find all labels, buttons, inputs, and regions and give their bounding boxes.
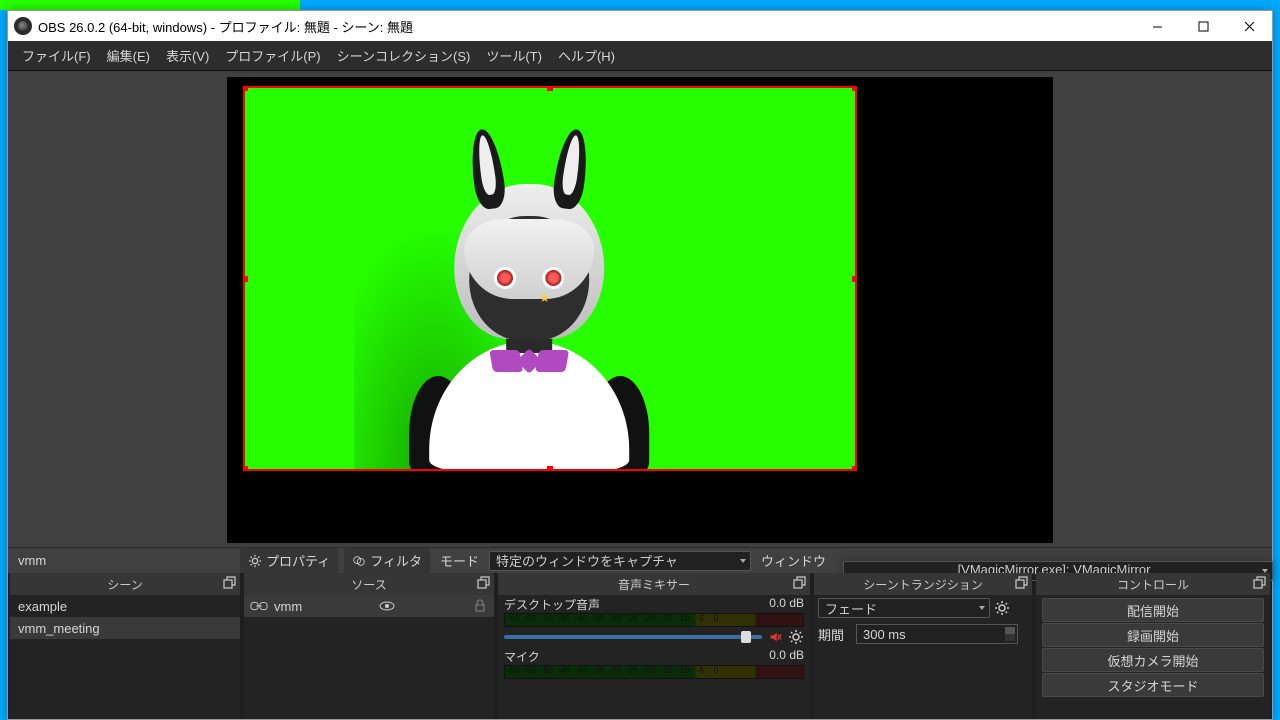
mixer-title: 音声ミキサー bbox=[618, 576, 690, 593]
audio-meter bbox=[504, 613, 804, 627]
undock-icon[interactable] bbox=[476, 576, 490, 590]
sources-title: ソース bbox=[351, 576, 386, 593]
transitions-title: シーントランジション bbox=[863, 576, 982, 593]
menu-tools[interactable]: ツール(T) bbox=[480, 42, 548, 69]
obs-logo-icon bbox=[14, 17, 32, 35]
close-button[interactable] bbox=[1226, 11, 1272, 41]
properties-button[interactable]: プロパティ bbox=[240, 548, 338, 573]
transition-value: フェード bbox=[825, 599, 877, 618]
duration-value: 300 ms bbox=[863, 627, 906, 642]
volume-slider[interactable] bbox=[504, 635, 762, 639]
undock-icon[interactable] bbox=[1252, 576, 1266, 590]
window-title: OBS 26.0.2 (64-bit, windows) - プロファイル: 無… bbox=[38, 17, 413, 36]
capture-mode-value: 特定のウィンドウをキャプチャ bbox=[496, 551, 678, 570]
menu-edit[interactable]: 編集(E) bbox=[101, 42, 156, 69]
minimize-button[interactable] bbox=[1134, 11, 1180, 41]
undock-icon[interactable] bbox=[792, 576, 806, 590]
audio-mixer-dock: 音声ミキサー デスクトップ音声 0.0 dB bbox=[498, 573, 810, 719]
gear-icon bbox=[248, 554, 262, 568]
duration-spin[interactable]: 300 ms bbox=[856, 624, 1018, 644]
selected-source-name: vmm bbox=[14, 553, 234, 568]
studio-mode-button[interactable]: スタジオモード bbox=[1042, 673, 1264, 697]
transition-combo[interactable]: フェード bbox=[818, 598, 990, 618]
mixer-channel-name: マイク bbox=[504, 648, 540, 665]
filters-label: フィルタ bbox=[370, 551, 422, 570]
source-item[interactable]: vmm bbox=[244, 595, 494, 617]
preview-canvas[interactable]: ★ bbox=[227, 77, 1053, 543]
transitions-dock: シーントランジション フェード 期間 300 ms bbox=[814, 573, 1032, 719]
filter-icon bbox=[352, 554, 366, 568]
mixer-channel-mic: マイク 0.0 dB bbox=[498, 647, 810, 681]
start-record-button[interactable]: 録画開始 bbox=[1042, 623, 1264, 647]
undock-icon[interactable] bbox=[1014, 576, 1028, 590]
controls-title: コントロール bbox=[1117, 576, 1189, 593]
avatar-graphic: ★ bbox=[399, 131, 659, 471]
start-virtualcam-button[interactable]: 仮想カメラ開始 bbox=[1042, 648, 1264, 672]
duration-label: 期間 bbox=[818, 625, 852, 644]
gear-icon[interactable] bbox=[994, 600, 1010, 616]
scenes-dock: シーン example vmm_meeting bbox=[10, 573, 240, 719]
scenes-list[interactable]: example vmm_meeting bbox=[10, 595, 240, 719]
start-stream-button[interactable]: 配信開始 bbox=[1042, 598, 1264, 622]
menubar: ファイル(F) 編集(E) 表示(V) プロファイル(P) シーンコレクション(… bbox=[8, 41, 1272, 71]
preview-area[interactable]: ★ bbox=[8, 71, 1272, 547]
gear-icon[interactable] bbox=[788, 629, 804, 645]
maximize-button[interactable] bbox=[1180, 11, 1226, 41]
menu-file[interactable]: ファイル(F) bbox=[16, 42, 97, 69]
menu-profile[interactable]: プロファイル(P) bbox=[219, 42, 326, 69]
scene-item[interactable]: vmm_meeting bbox=[10, 617, 240, 639]
source-properties-bar: vmm プロパティ フィルタ モード 特定のウィンドウをキャプチャ ウィンドウ … bbox=[8, 547, 1272, 573]
visibility-icon[interactable] bbox=[379, 598, 395, 614]
scenes-title: シーン bbox=[107, 576, 142, 593]
start-stream-label: 配信開始 bbox=[1127, 601, 1179, 620]
start-virtualcam-label: 仮想カメラ開始 bbox=[1107, 651, 1198, 670]
studio-mode-label: スタジオモード bbox=[1107, 676, 1198, 695]
titlebar: OBS 26.0.2 (64-bit, windows) - プロファイル: 無… bbox=[8, 11, 1272, 41]
mode-label: モード bbox=[436, 551, 483, 570]
scene-item-label: vmm_meeting bbox=[18, 621, 100, 636]
scene-item-label: example bbox=[18, 599, 67, 614]
mixer-channel-desktop: デスクトップ音声 0.0 dB bbox=[498, 595, 810, 647]
sources-dock: ソース vmm bbox=[244, 573, 494, 719]
mixer-channel-name: デスクトップ音声 bbox=[504, 596, 600, 613]
menu-view[interactable]: 表示(V) bbox=[160, 42, 215, 69]
filters-button[interactable]: フィルタ bbox=[344, 548, 430, 573]
obs-window: OBS 26.0.2 (64-bit, windows) - プロファイル: 無… bbox=[7, 10, 1273, 720]
lock-icon[interactable] bbox=[472, 598, 488, 614]
undock-icon[interactable] bbox=[222, 576, 236, 590]
controls-dock: コントロール 配信開始 録画開始 仮想カメラ開始 スタジオモード bbox=[1036, 573, 1270, 719]
window-label: ウィンドウ bbox=[757, 551, 830, 570]
menu-scene-collection[interactable]: シーンコレクション(S) bbox=[331, 42, 477, 69]
sources-list[interactable]: vmm bbox=[244, 595, 494, 719]
bottom-docks: シーン example vmm_meeting ソース vmm bbox=[8, 573, 1272, 719]
mixer-channel-db: 0.0 dB bbox=[769, 596, 804, 613]
source-selection-box[interactable]: ★ bbox=[243, 86, 857, 471]
audio-meter bbox=[504, 665, 804, 679]
start-record-label: 録画開始 bbox=[1127, 626, 1179, 645]
capture-mode-combo[interactable]: 特定のウィンドウをキャプチャ bbox=[489, 551, 751, 571]
mixer-channel-db: 0.0 dB bbox=[769, 648, 804, 665]
menu-help[interactable]: ヘルプ(H) bbox=[552, 42, 621, 69]
source-item-label: vmm bbox=[274, 599, 302, 614]
mute-icon[interactable] bbox=[768, 630, 782, 644]
scene-item[interactable]: example bbox=[10, 595, 240, 617]
properties-label: プロパティ bbox=[266, 551, 330, 570]
window-capture-icon bbox=[250, 601, 268, 611]
